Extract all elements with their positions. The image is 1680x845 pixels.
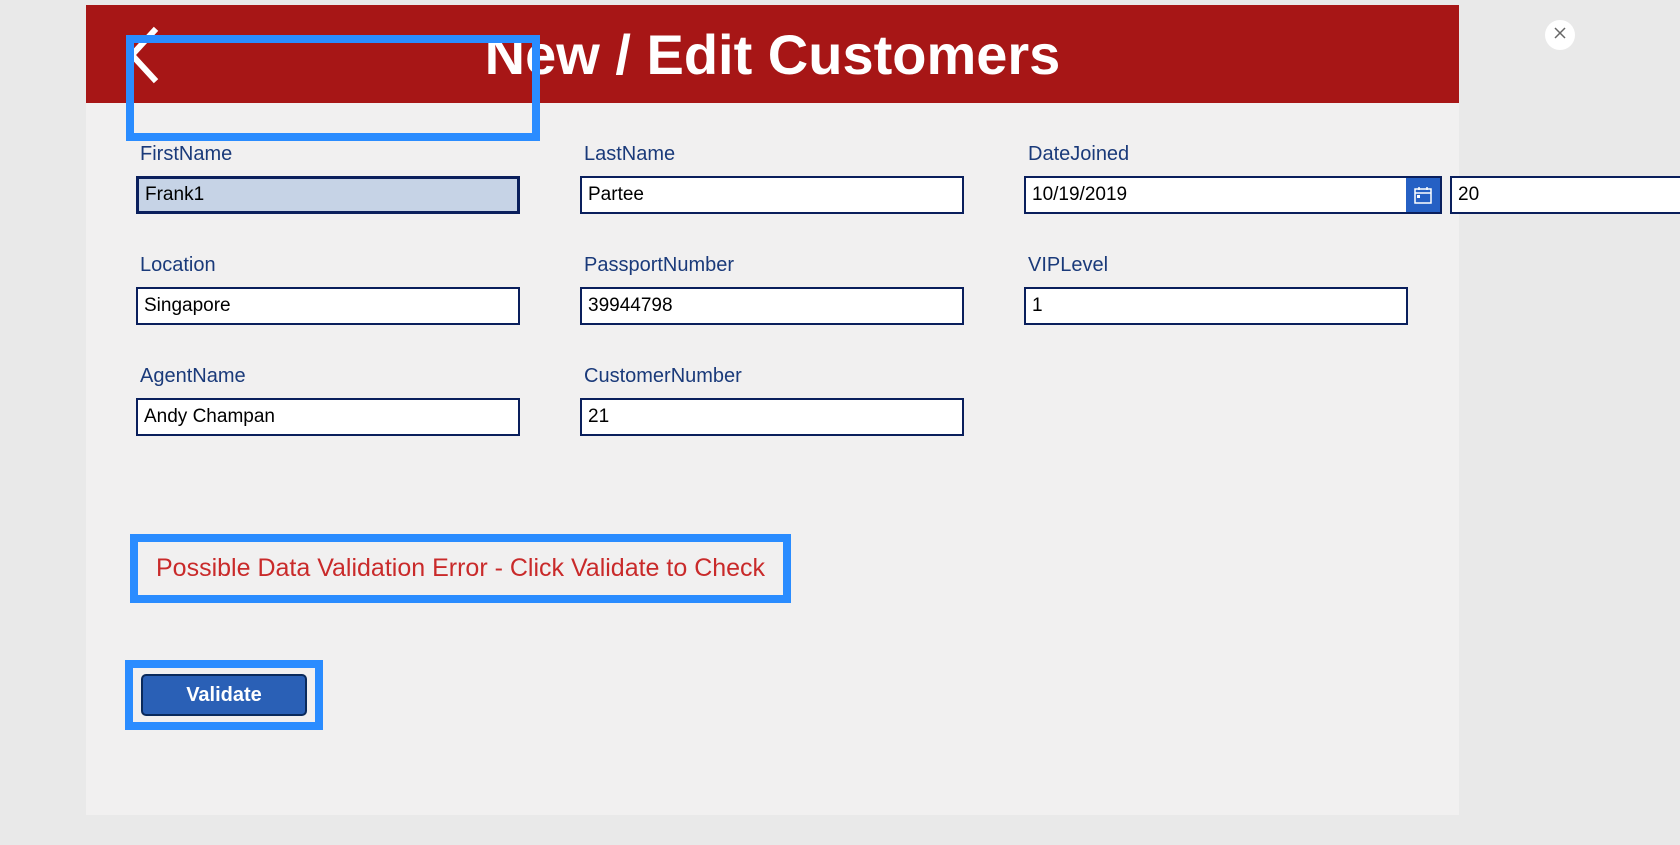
- datejoined-date-input[interactable]: [1024, 176, 1408, 214]
- validation-message-highlight-frame: Possible Data Validation Error - Click V…: [130, 534, 791, 603]
- datejoined-wrap: :: [1024, 176, 1680, 214]
- lastname-input[interactable]: [580, 176, 964, 214]
- form-row-1: FirstName LastName DateJoined: [136, 143, 1409, 214]
- passportnumber-field: PassportNumber: [580, 254, 964, 325]
- passportnumber-label: PassportNumber: [580, 254, 964, 277]
- close-button[interactable]: [1545, 20, 1575, 50]
- form-row-3: AgentName CustomerNumber: [136, 365, 1409, 436]
- location-label: Location: [136, 254, 520, 277]
- firstname-input[interactable]: [136, 176, 520, 214]
- agentname-input[interactable]: [136, 398, 520, 436]
- lastname-field: LastName: [580, 143, 964, 214]
- location-input[interactable]: [136, 287, 520, 325]
- datejoined-field: DateJoined: [1024, 143, 1680, 214]
- viplevel-field: VIPLevel: [1024, 254, 1408, 325]
- firstname-field: FirstName: [136, 143, 520, 214]
- form-row-2: Location PassportNumber VIPLevel: [136, 254, 1409, 325]
- close-icon: [1553, 26, 1567, 45]
- calendar-icon[interactable]: [1406, 176, 1442, 214]
- firstname-label: FirstName: [136, 143, 520, 166]
- customernumber-field: CustomerNumber: [580, 365, 964, 436]
- validation-message: Possible Data Validation Error - Click V…: [156, 554, 765, 583]
- hour-input[interactable]: [1450, 176, 1680, 214]
- customernumber-label: CustomerNumber: [580, 365, 964, 388]
- datejoined-label: DateJoined: [1024, 143, 1680, 166]
- page-title: New / Edit Customers: [485, 22, 1061, 87]
- back-button[interactable]: [124, 25, 162, 90]
- customernumber-input[interactable]: [580, 398, 964, 436]
- form-area: FirstName LastName DateJoined: [86, 103, 1459, 436]
- hour-select[interactable]: [1450, 176, 1680, 214]
- agentname-label: AgentName: [136, 365, 520, 388]
- agentname-field: AgentName: [136, 365, 520, 436]
- viplevel-input[interactable]: [1024, 287, 1408, 325]
- header-bar: New / Edit Customers: [86, 5, 1459, 103]
- validate-button-highlight-frame: Validate: [125, 660, 323, 730]
- passportnumber-input[interactable]: [580, 287, 964, 325]
- viplevel-label: VIPLevel: [1024, 254, 1408, 277]
- validate-button[interactable]: Validate: [141, 674, 307, 716]
- lastname-label: LastName: [580, 143, 964, 166]
- location-field: Location: [136, 254, 520, 325]
